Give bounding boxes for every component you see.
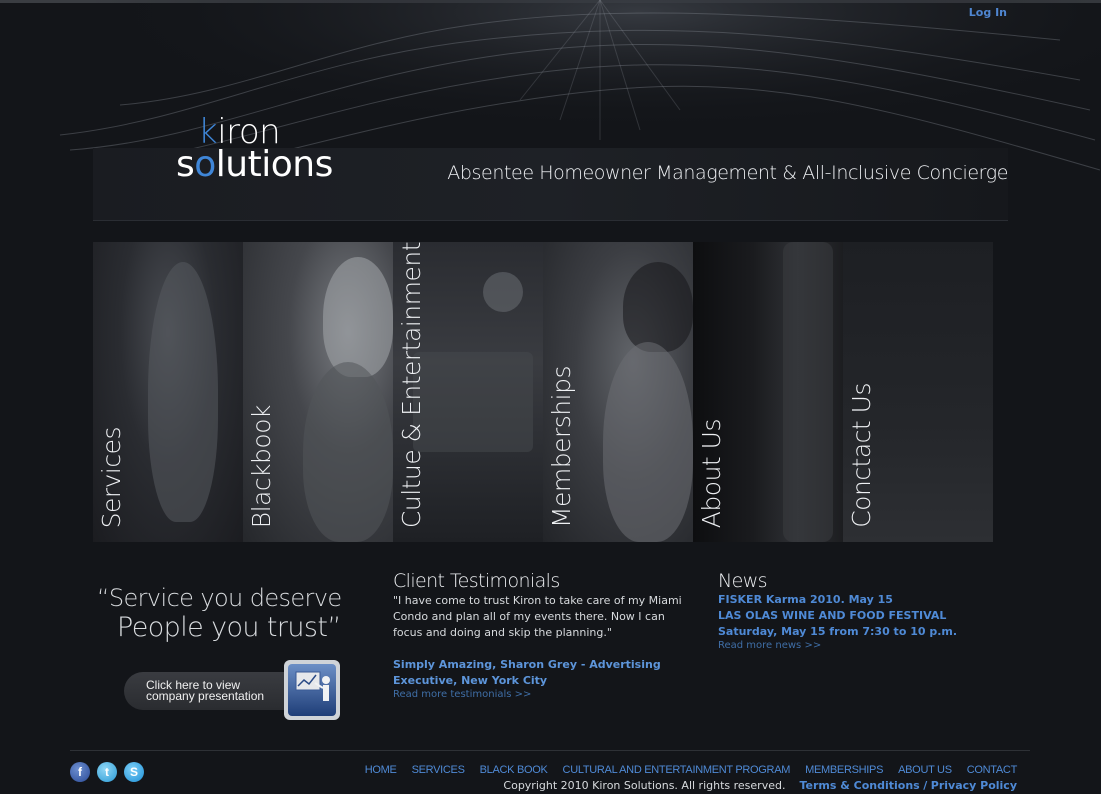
logo[interactable]: kiron solutions <box>176 112 351 185</box>
copyright-line: Copyright 2010 Kiron Solutions. All righ… <box>503 779 1017 792</box>
news-section: News FISKER Karma 2010. May 15 LAS OLAS … <box>718 570 1008 651</box>
client-testimonials: Client Testimonials "I have come to trus… <box>393 570 693 700</box>
read-more-testimonials-link[interactable]: Read more testimonials >> <box>393 689 693 700</box>
slogan-line-2: People you trust” <box>117 612 341 643</box>
social-links: f t S <box>70 762 144 782</box>
skype-icon[interactable]: S <box>124 762 144 782</box>
news-item[interactable]: FISKER Karma 2010. May 15 <box>718 592 1008 608</box>
testimonials-title: Client Testimonials <box>393 570 560 592</box>
logo-line-2: solutions <box>176 144 333 185</box>
footer-divider <box>70 750 1030 751</box>
presentation-line-2: company presentation <box>146 689 265 703</box>
copyright-text: Copyright 2010 Kiron Solutions. All righ… <box>503 779 786 792</box>
panel-culture-label: Cultue & Entertainment <box>397 242 426 528</box>
news-title: News <box>718 570 768 592</box>
privacy-link[interactable]: Privacy Policy <box>931 779 1017 792</box>
panel-services-label: Services <box>97 426 126 528</box>
footer-link-contact[interactable]: CONTACT <box>967 764 1018 776</box>
testimonial-quote: "I have come to trust Kiron to take care… <box>393 594 682 639</box>
testimonial-author: Simply Amazing, Sharon Grey - Advertisin… <box>393 658 661 687</box>
panel-blackbook[interactable]: Blackbook <box>243 242 393 542</box>
slogan: “Service you deserve People you trust” <box>97 584 367 643</box>
footer-link-black-book[interactable]: BLACK BOOK <box>480 764 548 776</box>
panel-culture-entertainment[interactable]: Cultue & Entertainment <box>393 242 543 542</box>
terms-link[interactable]: Terms & Conditions <box>799 779 919 792</box>
footer-nav: HOME SERVICES BLACK BOOK CULTURAL AND EN… <box>365 764 1018 776</box>
twitter-icon[interactable]: t <box>97 762 117 782</box>
news-item[interactable]: LAS OLAS WINE AND FOOD FESTIVAL Saturday… <box>718 608 1008 640</box>
header-divider <box>93 220 1008 221</box>
footer-link-separator: / <box>923 779 928 792</box>
footer-link-home[interactable]: HOME <box>365 764 397 776</box>
panel-about-label: About Us <box>697 418 726 528</box>
presentation-icon[interactable] <box>282 658 342 722</box>
footer-link-memberships[interactable]: MEMBERSHIPS <box>805 764 883 776</box>
facebook-icon[interactable]: f <box>70 762 90 782</box>
panel-memberships[interactable]: Memberships <box>543 242 693 542</box>
panel-services[interactable]: Services <box>93 242 243 542</box>
nav-panels: Services Blackbook Cultue & Entertainmen… <box>93 242 993 542</box>
logo-text-s: s <box>176 144 195 185</box>
footer-link-services[interactable]: SERVICES <box>412 764 465 776</box>
tagline: Absentee Homeowner Management & All-Incl… <box>447 162 1008 184</box>
presentation-button-label: Click here to view company presentation <box>146 679 265 703</box>
panel-about-us[interactable]: About Us <box>693 242 843 542</box>
panel-contact-us[interactable]: Conctact Us <box>843 242 993 542</box>
panel-memberships-label: Memberships <box>547 365 576 528</box>
logo-text-lutions: lutions <box>215 144 334 185</box>
footer-link-cultural-program[interactable]: CULTURAL AND ENTERTAINMENT PROGRAM <box>563 764 791 776</box>
panel-contact-label: Conctact Us <box>847 383 876 528</box>
read-more-news-link[interactable]: Read more news >> <box>718 640 1008 651</box>
logo-accent-o: o <box>194 144 216 185</box>
footer-link-about-us[interactable]: ABOUT US <box>898 764 952 776</box>
slogan-line-1: “Service you deserve <box>97 584 342 612</box>
login-link[interactable]: Log In <box>969 6 1007 19</box>
panel-blackbook-label: Blackbook <box>247 404 276 528</box>
